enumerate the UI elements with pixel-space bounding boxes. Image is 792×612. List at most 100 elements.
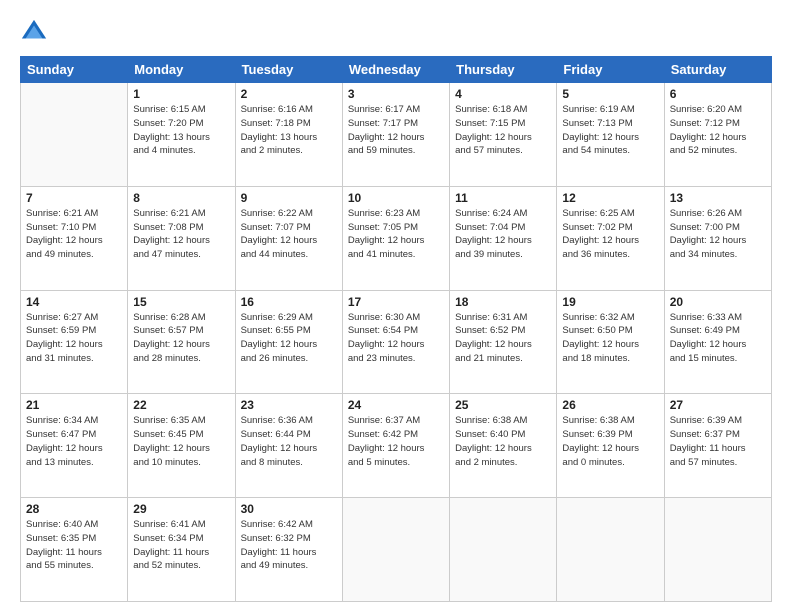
col-header-thursday: Thursday (450, 57, 557, 83)
day-number: 6 (670, 87, 766, 101)
day-info: Sunrise: 6:26 AM Sunset: 7:00 PM Dayligh… (670, 207, 766, 262)
col-header-tuesday: Tuesday (235, 57, 342, 83)
logo (20, 18, 52, 46)
calendar-cell: 15 Sunrise: 6:28 AM Sunset: 6:57 PM Dayli… (128, 290, 235, 394)
day-info: Sunrise: 6:18 AM Sunset: 7:15 PM Dayligh… (455, 103, 551, 158)
day-info: Sunrise: 6:31 AM Sunset: 6:52 PM Dayligh… (455, 311, 551, 366)
calendar-cell: 29 Sunrise: 6:41 AM Sunset: 6:34 PM Dayli… (128, 498, 235, 602)
calendar-cell: 9 Sunrise: 6:22 AM Sunset: 7:07 PM Daylig… (235, 186, 342, 290)
day-info: Sunrise: 6:39 AM Sunset: 6:37 PM Dayligh… (670, 414, 766, 469)
day-number: 18 (455, 295, 551, 309)
day-info: Sunrise: 6:30 AM Sunset: 6:54 PM Dayligh… (348, 311, 444, 366)
day-number: 15 (133, 295, 229, 309)
calendar-cell: 13 Sunrise: 6:26 AM Sunset: 7:00 PM Dayli… (664, 186, 771, 290)
day-info: Sunrise: 6:34 AM Sunset: 6:47 PM Dayligh… (26, 414, 122, 469)
calendar-cell: 25 Sunrise: 6:38 AM Sunset: 6:40 PM Dayli… (450, 394, 557, 498)
calendar-cell (450, 498, 557, 602)
calendar-cell: 28 Sunrise: 6:40 AM Sunset: 6:35 PM Dayli… (21, 498, 128, 602)
day-number: 23 (241, 398, 337, 412)
day-number: 7 (26, 191, 122, 205)
day-info: Sunrise: 6:15 AM Sunset: 7:20 PM Dayligh… (133, 103, 229, 158)
day-info: Sunrise: 6:33 AM Sunset: 6:49 PM Dayligh… (670, 311, 766, 366)
logo-icon (20, 18, 48, 46)
calendar-cell: 5 Sunrise: 6:19 AM Sunset: 7:13 PM Daylig… (557, 83, 664, 187)
day-number: 13 (670, 191, 766, 205)
calendar-cell: 8Sunrise: 6:21 AM Sunset: 7:08 PM Daylig… (128, 186, 235, 290)
day-number: 5 (562, 87, 658, 101)
calendar-cell (21, 83, 128, 187)
day-number: 4 (455, 87, 551, 101)
day-info: Sunrise: 6:36 AM Sunset: 6:44 PM Dayligh… (241, 414, 337, 469)
day-info: Sunrise: 6:38 AM Sunset: 6:40 PM Dayligh… (455, 414, 551, 469)
day-number: 29 (133, 502, 229, 516)
calendar-cell: 3 Sunrise: 6:17 AM Sunset: 7:17 PM Daylig… (342, 83, 449, 187)
day-number: 11 (455, 191, 551, 205)
calendar-cell: 19 Sunrise: 6:32 AM Sunset: 6:50 PM Dayli… (557, 290, 664, 394)
calendar-cell: 4 Sunrise: 6:18 AM Sunset: 7:15 PM Daylig… (450, 83, 557, 187)
calendar-cell: 18 Sunrise: 6:31 AM Sunset: 6:52 PM Dayli… (450, 290, 557, 394)
calendar-cell: 30Sunrise: 6:42 AM Sunset: 6:32 PM Dayli… (235, 498, 342, 602)
day-info: Sunrise: 6:19 AM Sunset: 7:13 PM Dayligh… (562, 103, 658, 158)
day-info: Sunrise: 6:25 AM Sunset: 7:02 PM Dayligh… (562, 207, 658, 262)
day-info: Sunrise: 6:29 AM Sunset: 6:55 PM Dayligh… (241, 311, 337, 366)
day-number: 24 (348, 398, 444, 412)
calendar-cell: 11 Sunrise: 6:24 AM Sunset: 7:04 PM Dayli… (450, 186, 557, 290)
col-header-monday: Monday (128, 57, 235, 83)
day-number: 20 (670, 295, 766, 309)
calendar-cell: 23 Sunrise: 6:36 AM Sunset: 6:44 PM Dayli… (235, 394, 342, 498)
calendar-cell: 26 Sunrise: 6:38 AM Sunset: 6:39 PM Dayli… (557, 394, 664, 498)
day-number: 22 (133, 398, 229, 412)
day-number: 28 (26, 502, 122, 516)
day-number: 12 (562, 191, 658, 205)
day-number: 30 (241, 502, 337, 516)
day-info: Sunrise: 6:28 AM Sunset: 6:57 PM Dayligh… (133, 311, 229, 366)
day-number: 10 (348, 191, 444, 205)
calendar-cell: 6 Sunrise: 6:20 AM Sunset: 7:12 PM Daylig… (664, 83, 771, 187)
calendar-cell: 12 Sunrise: 6:25 AM Sunset: 7:02 PM Dayli… (557, 186, 664, 290)
day-number: 19 (562, 295, 658, 309)
col-header-friday: Friday (557, 57, 664, 83)
calendar-cell: 2Sunrise: 6:16 AM Sunset: 7:18 PM Daylig… (235, 83, 342, 187)
calendar-cell: 21 Sunrise: 6:34 AM Sunset: 6:47 PM Dayli… (21, 394, 128, 498)
calendar-cell (557, 498, 664, 602)
day-number: 27 (670, 398, 766, 412)
day-info: Sunrise: 6:37 AM Sunset: 6:42 PM Dayligh… (348, 414, 444, 469)
day-number: 1 (133, 87, 229, 101)
calendar-cell: 16 Sunrise: 6:29 AM Sunset: 6:55 PM Dayli… (235, 290, 342, 394)
day-info: Sunrise: 6:22 AM Sunset: 7:07 PM Dayligh… (241, 207, 337, 262)
day-info: Sunrise: 6:17 AM Sunset: 7:17 PM Dayligh… (348, 103, 444, 158)
day-info: Sunrise: 6:16 AM Sunset: 7:18 PM Dayligh… (241, 103, 337, 158)
calendar-cell: 27 Sunrise: 6:39 AM Sunset: 6:37 PM Dayli… (664, 394, 771, 498)
calendar-cell: 1 Sunrise: 6:15 AM Sunset: 7:20 PM Daylig… (128, 83, 235, 187)
day-number: 16 (241, 295, 337, 309)
day-number: 26 (562, 398, 658, 412)
day-info: Sunrise: 6:32 AM Sunset: 6:50 PM Dayligh… (562, 311, 658, 366)
calendar-cell: 14Sunrise: 6:27 AM Sunset: 6:59 PM Dayli… (21, 290, 128, 394)
day-number: 21 (26, 398, 122, 412)
day-number: 9 (241, 191, 337, 205)
day-info: Sunrise: 6:21 AM Sunset: 7:10 PM Dayligh… (26, 207, 122, 262)
col-header-sunday: Sunday (21, 57, 128, 83)
calendar-cell (342, 498, 449, 602)
calendar-cell: 17 Sunrise: 6:30 AM Sunset: 6:54 PM Dayli… (342, 290, 449, 394)
day-info: Sunrise: 6:35 AM Sunset: 6:45 PM Dayligh… (133, 414, 229, 469)
day-info: Sunrise: 6:40 AM Sunset: 6:35 PM Dayligh… (26, 518, 122, 573)
calendar-cell: 10Sunrise: 6:23 AM Sunset: 7:05 PM Dayli… (342, 186, 449, 290)
day-info: Sunrise: 6:41 AM Sunset: 6:34 PM Dayligh… (133, 518, 229, 573)
col-header-wednesday: Wednesday (342, 57, 449, 83)
day-info: Sunrise: 6:27 AM Sunset: 6:59 PM Dayligh… (26, 311, 122, 366)
day-info: Sunrise: 6:21 AM Sunset: 7:08 PM Dayligh… (133, 207, 229, 262)
day-number: 25 (455, 398, 551, 412)
calendar-cell: 20 Sunrise: 6:33 AM Sunset: 6:49 PM Dayli… (664, 290, 771, 394)
calendar-cell (664, 498, 771, 602)
day-info: Sunrise: 6:20 AM Sunset: 7:12 PM Dayligh… (670, 103, 766, 158)
calendar-cell: 22 Sunrise: 6:35 AM Sunset: 6:45 PM Dayli… (128, 394, 235, 498)
day-info: Sunrise: 6:38 AM Sunset: 6:39 PM Dayligh… (562, 414, 658, 469)
day-number: 3 (348, 87, 444, 101)
day-info: Sunrise: 6:24 AM Sunset: 7:04 PM Dayligh… (455, 207, 551, 262)
day-number: 17 (348, 295, 444, 309)
page-header (20, 18, 772, 46)
calendar-cell: 24 Sunrise: 6:37 AM Sunset: 6:42 PM Dayli… (342, 394, 449, 498)
calendar-table: SundayMondayTuesdayWednesdayThursdayFrid… (20, 56, 772, 602)
calendar-cell: 7 Sunrise: 6:21 AM Sunset: 7:10 PM Daylig… (21, 186, 128, 290)
